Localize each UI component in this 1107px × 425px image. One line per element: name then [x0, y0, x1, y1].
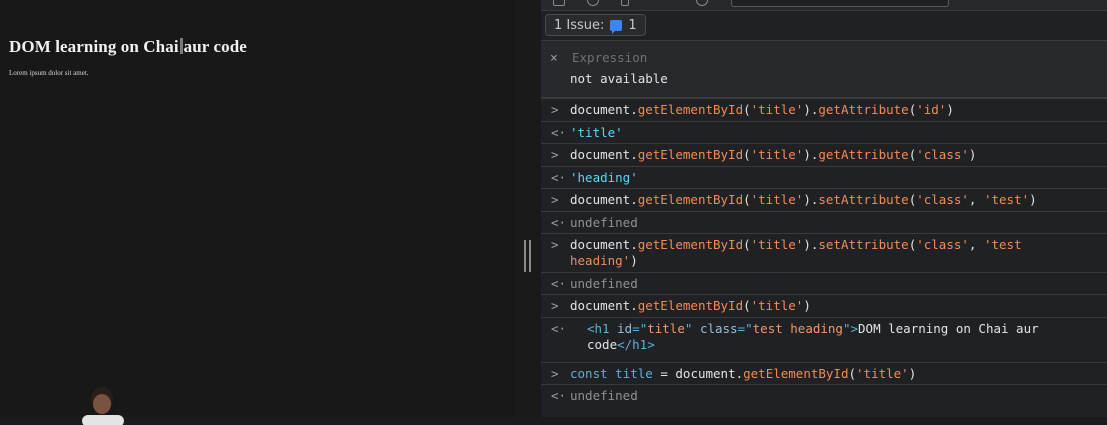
input-chevron-icon: > [551, 366, 559, 381]
console-result-row[interactable]: <·'heading' [541, 166, 1107, 189]
console-result-row[interactable]: <· <h1 id="title" class="test heading">DO… [541, 317, 1107, 363]
devtools-console: 1 Issue: 1 × Expression not available > d… [541, 0, 1107, 417]
issue-message-icon [610, 19, 623, 34]
console-command: document.getElementById('title').getAttr… [570, 147, 977, 162]
issues-count: 1 [628, 17, 637, 33]
console-command: document.getElementById('title').setAttr… [570, 237, 1022, 268]
input-chevron-icon: > [551, 237, 559, 252]
result-arrow-icon: <· [551, 215, 567, 230]
console-input-row[interactable]: > document.getElementById('title').getAtt… [541, 143, 1107, 167]
console-result-row[interactable]: <·'title' [541, 121, 1107, 144]
sidebar-toggle-icon[interactable] [553, 0, 565, 6]
live-expression: × Expression not available [541, 41, 1107, 98]
page-heading: DOM learning on Chai aur code [9, 37, 247, 57]
issues-button[interactable]: 1 Issue: 1 [545, 14, 646, 36]
console-command: document.getElementById('title').setAttr… [570, 192, 1037, 207]
expression-value: not available [570, 71, 668, 86]
console-toolbar [541, 0, 1107, 11]
console-input-row[interactable]: > document.getElementById('title') [541, 294, 1107, 318]
filter-input[interactable] [731, 0, 949, 7]
issues-label: 1 Issue: [554, 17, 605, 33]
result-arrow-icon: <· [551, 388, 567, 403]
console-output: undefined [570, 388, 638, 403]
presenter-webcam-icon [82, 387, 124, 425]
panel-splitter[interactable] [514, 0, 542, 417]
console-output: 'heading' [570, 170, 638, 185]
console-command: document.getElementById('title').getAttr… [570, 102, 954, 117]
console-output: undefined [570, 276, 638, 291]
page-preview: DOM learning on Chai aur code Lorem ipsum… [0, 0, 514, 425]
console-input-row[interactable]: > const title = document.getElementById('… [541, 362, 1107, 385]
console-output: 'title' [570, 125, 623, 140]
splitter-grip-right[interactable] [529, 240, 531, 272]
console-input-row[interactable]: > document.getElementById('title').getAtt… [541, 98, 1107, 122]
console-output: undefined [570, 215, 638, 230]
clear-console-icon[interactable] [587, 0, 599, 6]
close-expression-icon[interactable]: × [550, 51, 558, 66]
result-arrow-icon: <· [551, 276, 567, 291]
input-chevron-icon: > [551, 147, 559, 162]
console-result-row[interactable]: <· undefined [541, 272, 1107, 295]
console-input-row[interactable]: > document.getElementById('title').setAtt… [541, 188, 1107, 212]
text-cursor [179, 38, 183, 54]
console-result-row[interactable]: <· undefined [541, 211, 1107, 234]
console-command: const title = document.getElementById('t… [570, 366, 917, 381]
result-arrow-icon: <· [551, 170, 567, 185]
input-chevron-icon: > [551, 298, 559, 313]
page-paragraph: Lorem ipsum dolor sit amet. [9, 69, 89, 77]
input-chevron-icon: > [551, 192, 559, 207]
heading-text-end: aur code [183, 37, 247, 56]
console-result-row[interactable]: <· undefined [541, 384, 1107, 407]
live-expression-icon[interactable] [696, 0, 708, 6]
issues-bar: 1 Issue: 1 [541, 11, 1107, 41]
expression-label[interactable]: Expression [572, 50, 647, 65]
console-output[interactable]: <h1 id="title" class="test heading">DOM … [587, 321, 1039, 353]
result-arrow-icon: <· [551, 321, 567, 336]
context-dropdown-icon[interactable] [621, 0, 629, 6]
result-arrow-icon: <· [551, 125, 567, 140]
heading-text-start: DOM learning on Chai [9, 37, 179, 56]
input-chevron-icon: > [551, 102, 559, 117]
splitter-grip-left[interactable] [524, 240, 526, 272]
console-command: document.getElementById('title') [570, 298, 811, 313]
console-input-row[interactable]: > document.getElementById('title').setAtt… [541, 233, 1107, 273]
